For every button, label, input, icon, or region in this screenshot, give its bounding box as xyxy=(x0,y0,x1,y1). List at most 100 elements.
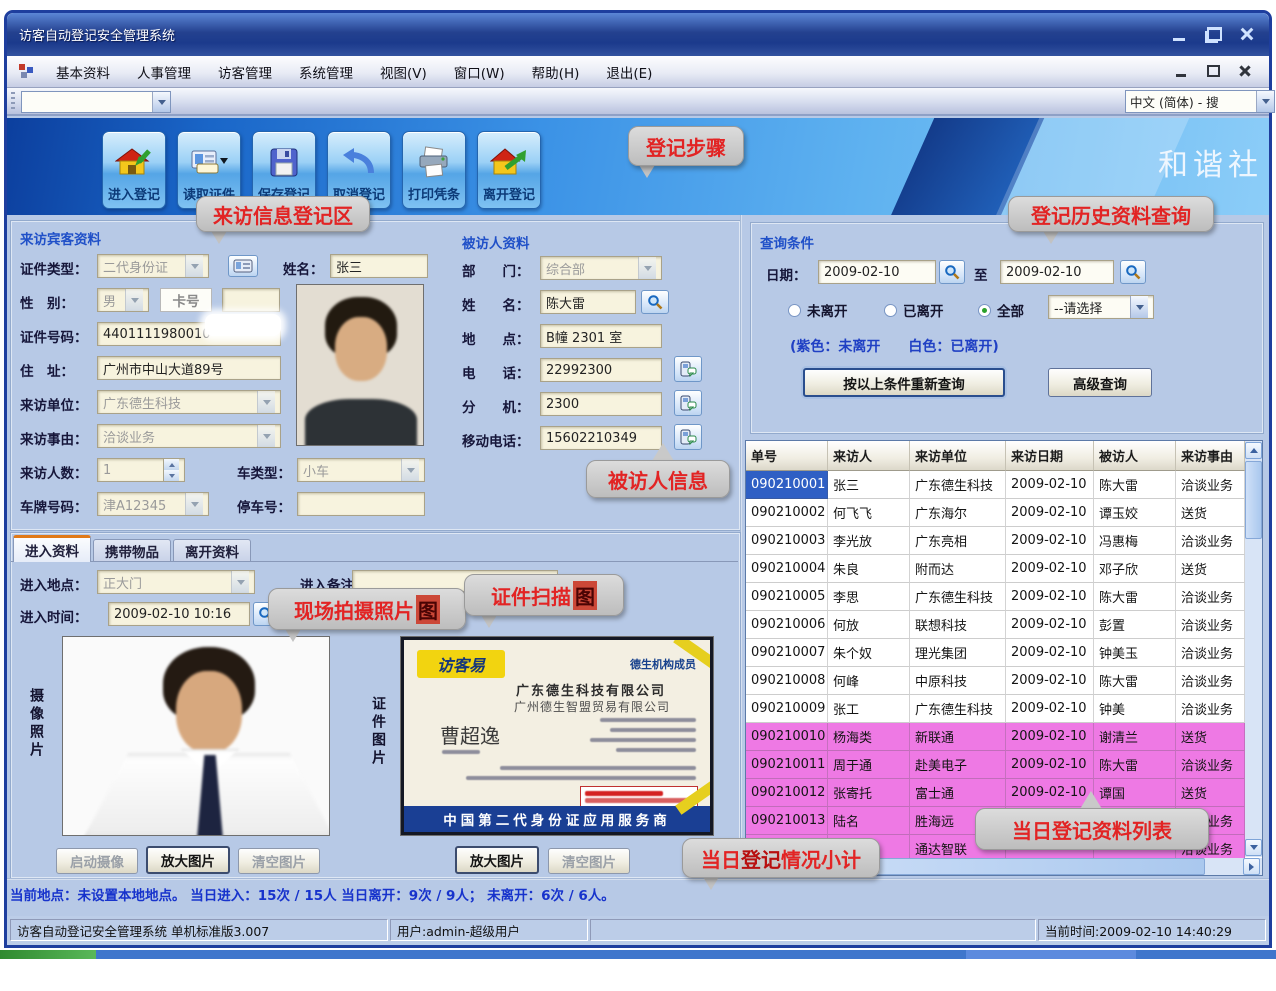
radio-left[interactable]: 已离开 xyxy=(884,300,944,320)
table-cell[interactable]: 钟美玉 xyxy=(1094,639,1176,667)
table-cell[interactable]: 陈大雷 xyxy=(1094,471,1176,499)
table-cell[interactable]: 张工 xyxy=(828,695,910,723)
menu-help[interactable]: 帮助(H) xyxy=(532,62,580,82)
table-row[interactable]: 090210005李思广东德生科技2009-02-10陈大雷洽谈业务 xyxy=(746,583,1245,611)
column-header[interactable]: 来访事由 xyxy=(1176,441,1245,471)
table-cell[interactable]: 送货 xyxy=(1176,779,1245,807)
chevron-down-icon[interactable] xyxy=(125,289,143,311)
table-row[interactable]: 090210001张三广东德生科技2009-02-10陈大雷洽谈业务 xyxy=(746,471,1245,499)
chevron-down-icon[interactable] xyxy=(401,459,419,481)
chevron-down-icon[interactable] xyxy=(152,92,170,112)
close-icon[interactable] xyxy=(1235,23,1259,45)
vertical-scrollbar[interactable] xyxy=(1245,441,1262,857)
table-cell[interactable]: 钟美 xyxy=(1094,695,1176,723)
chevron-down-icon[interactable] xyxy=(1256,91,1274,112)
chevron-down-icon[interactable] xyxy=(185,493,203,515)
visit-reason-select[interactable]: 洽谈业务 xyxy=(97,424,281,448)
table-cell[interactable]: 2009-02-10 xyxy=(1006,471,1094,499)
chevron-down-icon[interactable] xyxy=(257,425,275,447)
table-cell[interactable]: 新联通 xyxy=(910,723,1006,751)
table-cell[interactable]: 广东德生科技 xyxy=(910,471,1006,499)
taskbar-strip[interactable] xyxy=(0,950,1276,959)
table-cell[interactable]: 广东德生科技 xyxy=(910,583,1006,611)
menu-view[interactable]: 视图(V) xyxy=(380,62,427,82)
table-row[interactable]: 090210010杨海类新联通2009-02-10谢清兰送货 xyxy=(746,723,1245,751)
table-row[interactable]: 090210008何峰中原科技2009-02-10陈大雷洽谈业务 xyxy=(746,667,1245,695)
read-card-mini-button[interactable] xyxy=(228,255,258,277)
table-cell[interactable]: 090210002 xyxy=(746,499,828,527)
restore-icon[interactable] xyxy=(1201,23,1225,45)
date-to-input[interactable]: 2009-02-10 xyxy=(1000,260,1114,284)
toolbar-grip[interactable] xyxy=(11,92,15,112)
plate-select[interactable]: 津A12345 xyxy=(97,492,209,516)
tab-carried-items[interactable]: 携带物品 xyxy=(93,539,171,562)
visit-unit-select[interactable]: 广东德生科技 xyxy=(97,390,281,414)
table-cell[interactable]: 洽谈业务 xyxy=(1176,639,1245,667)
table-cell[interactable]: 联想科技 xyxy=(910,611,1006,639)
column-header[interactable]: 来访日期 xyxy=(1006,441,1094,471)
status-filter-select[interactable]: --请选择 xyxy=(1048,295,1154,319)
table-row[interactable]: 090210002何飞飞广东海尔2009-02-10谭玉姣送货 xyxy=(746,499,1245,527)
table-cell[interactable]: 2009-02-10 xyxy=(1006,499,1094,527)
table-cell[interactable]: 090210003 xyxy=(746,527,828,555)
vertical-scroll-thumb[interactable] xyxy=(1245,461,1262,539)
table-cell[interactable]: 090210009 xyxy=(746,695,828,723)
radio-selected-icon[interactable] xyxy=(978,304,991,317)
table-cell[interactable]: 周于通 xyxy=(828,751,910,779)
table-row[interactable]: 090210003李光放广东亮相2009-02-10冯惠梅洽谈业务 xyxy=(746,527,1245,555)
radio-not-left[interactable]: 未离开 xyxy=(788,300,848,320)
table-cell[interactable]: 2009-02-10 xyxy=(1006,611,1094,639)
table-cell[interactable]: 张寄托 xyxy=(828,779,910,807)
menu-visitor[interactable]: 访客管理 xyxy=(218,62,272,82)
table-row[interactable]: 090210012张寄托富士通2009-02-10谭国送货 xyxy=(746,779,1245,807)
table-cell[interactable]: 090210005 xyxy=(746,583,828,611)
mobile-input[interactable]: 15602210349 xyxy=(540,426,662,450)
table-cell[interactable]: 2009-02-10 xyxy=(1006,667,1094,695)
table-cell[interactable]: 广东亮相 xyxy=(910,527,1006,555)
table-cell[interactable]: 090210013 xyxy=(746,807,828,835)
radio-all[interactable]: 全部 xyxy=(978,300,1024,320)
stepper-arrows-icon[interactable] xyxy=(163,459,179,481)
tab-entry-data[interactable]: 进入资料 xyxy=(13,535,91,562)
table-cell[interactable]: 冯惠梅 xyxy=(1094,527,1176,555)
dial-mobile-button[interactable] xyxy=(674,424,702,450)
table-cell[interactable]: 何飞飞 xyxy=(828,499,910,527)
table-cell[interactable]: 送货 xyxy=(1176,499,1245,527)
table-cell[interactable]: 090210010 xyxy=(746,723,828,751)
table-cell[interactable]: 2009-02-10 xyxy=(1006,555,1094,583)
table-cell[interactable]: 理光集团 xyxy=(910,639,1006,667)
scroll-right-icon[interactable] xyxy=(1243,858,1260,875)
phone-input[interactable]: 22992300 xyxy=(540,358,662,382)
table-cell[interactable]: 洽谈业务 xyxy=(1176,583,1245,611)
advanced-query-button[interactable]: 高级查询 xyxy=(1048,368,1152,397)
table-cell[interactable]: 富士通 xyxy=(910,779,1006,807)
table-cell[interactable]: 090210004 xyxy=(746,555,828,583)
chevron-down-icon[interactable] xyxy=(638,257,656,279)
table-cell[interactable]: 李思 xyxy=(828,583,910,611)
table-cell[interactable]: 李光放 xyxy=(828,527,910,555)
table-cell[interactable]: 洽谈业务 xyxy=(1176,471,1245,499)
visitor-count-stepper[interactable]: 1 xyxy=(97,458,185,482)
visitor-name-input[interactable]: 张三 xyxy=(330,254,428,278)
card-number-input[interactable] xyxy=(222,288,280,312)
table-cell[interactable]: 谢清兰 xyxy=(1094,723,1176,751)
column-header[interactable]: 被访人 xyxy=(1094,441,1176,471)
chevron-down-icon[interactable] xyxy=(1130,296,1148,318)
table-row[interactable]: 090210006何放联想科技2009-02-10彭置洽谈业务 xyxy=(746,611,1245,639)
table-cell[interactable]: 赴美电子 xyxy=(910,751,1006,779)
table-cell[interactable]: 2009-02-10 xyxy=(1006,723,1094,751)
visited-name-input[interactable]: 陈大雷 xyxy=(540,290,636,314)
clear-live-photo-button[interactable]: 清空图片 xyxy=(238,848,320,874)
print-receipt-button[interactable]: 打印凭条 xyxy=(402,131,466,209)
table-cell[interactable]: 谭国 xyxy=(1094,779,1176,807)
table-row[interactable]: 090210011周于通赴美电子2009-02-10陈大雷洽谈业务 xyxy=(746,751,1245,779)
address-input[interactable]: 广州市中山大道89号 xyxy=(97,356,281,380)
start-button-strip[interactable] xyxy=(0,950,96,959)
menu-system[interactable]: 系统管理 xyxy=(299,62,353,82)
language-select[interactable]: 中文 (简体) - 搜 xyxy=(1125,90,1275,113)
table-cell[interactable]: 广东海尔 xyxy=(910,499,1006,527)
table-cell[interactable]: 陈大雷 xyxy=(1094,751,1176,779)
table-cell[interactable]: 2009-02-10 xyxy=(1006,695,1094,723)
table-cell[interactable]: 2009-02-10 xyxy=(1006,751,1094,779)
menu-basic-data[interactable]: 基本资料 xyxy=(56,62,110,82)
